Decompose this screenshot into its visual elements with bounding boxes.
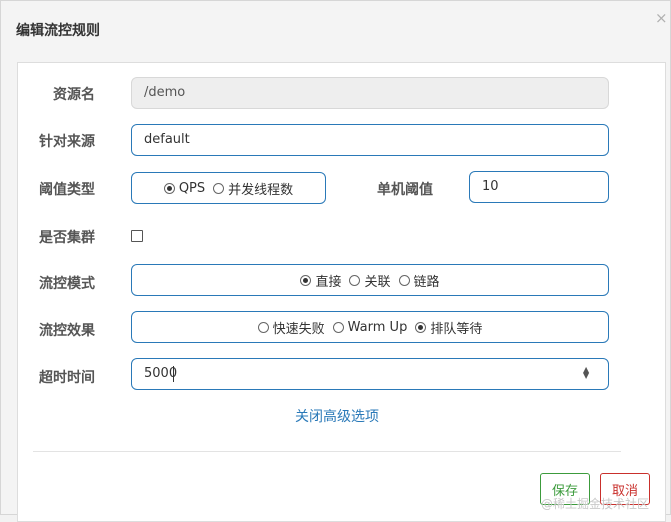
source-label: 针对来源 <box>39 134 95 150</box>
number-spinner-icon[interactable]: ▲ ▼ <box>583 366 589 380</box>
threshold-type-radio-group: QPS 并发线程数 <box>131 172 326 204</box>
cluster-checkbox[interactable] <box>131 230 143 242</box>
source-input[interactable]: default <box>131 124 609 156</box>
close-icon[interactable]: × <box>655 9 668 27</box>
radio-unselected-icon <box>398 274 410 286</box>
edit-flow-rule-dialog: 编辑流控规则 × 资源名 /demo 针对来源 default 阈值类型 QPS… <box>0 0 671 522</box>
effect-warm-up-radio[interactable]: Warm Up <box>332 320 407 335</box>
radio-selected-icon <box>163 182 175 194</box>
resource-label: 资源名 <box>53 87 95 103</box>
effect-fail-fast-radio[interactable]: 快速失败 <box>257 318 325 337</box>
radio-unselected-icon <box>332 321 344 333</box>
threshold-type-qps-radio[interactable]: QPS <box>163 181 205 196</box>
radio-unselected-icon <box>349 274 361 286</box>
cluster-label: 是否集群 <box>39 230 95 246</box>
threshold-type-label: 阈值类型 <box>39 182 95 198</box>
watermark: @稀土掘金技术社区 <box>541 497 650 511</box>
timeout-label: 超时时间 <box>39 370 95 386</box>
threshold-type-threads-radio[interactable]: 并发线程数 <box>213 179 293 198</box>
effect-radio-group: 快速失败 Warm Up 排队等待 <box>131 311 609 343</box>
close-advanced-options-link[interactable]: 关闭高级选项 <box>295 406 379 426</box>
mode-chain-radio[interactable]: 链路 <box>398 271 440 290</box>
mode-direct-radio[interactable]: 直接 <box>300 271 341 290</box>
timeout-input[interactable]: 5000 <box>131 358 609 390</box>
footer-divider <box>33 451 621 452</box>
radio-selected-icon <box>415 321 427 333</box>
radio-unselected-icon <box>257 321 269 333</box>
mode-relate-radio[interactable]: 关联 <box>349 271 391 290</box>
effect-queue-radio[interactable]: 排队等待 <box>415 318 482 337</box>
text-caret <box>173 366 174 382</box>
effect-label: 流控效果 <box>39 323 95 339</box>
mode-radio-group: 直接 关联 链路 <box>131 264 609 296</box>
single-threshold-input[interactable]: 10 <box>469 171 609 203</box>
radio-selected-icon <box>300 274 312 286</box>
radio-unselected-icon <box>213 182 225 194</box>
dialog-title: 编辑流控规则 <box>16 23 100 39</box>
single-threshold-label: 单机阈值 <box>377 182 433 198</box>
resource-input: /demo <box>131 77 609 109</box>
mode-label: 流控模式 <box>39 276 95 292</box>
